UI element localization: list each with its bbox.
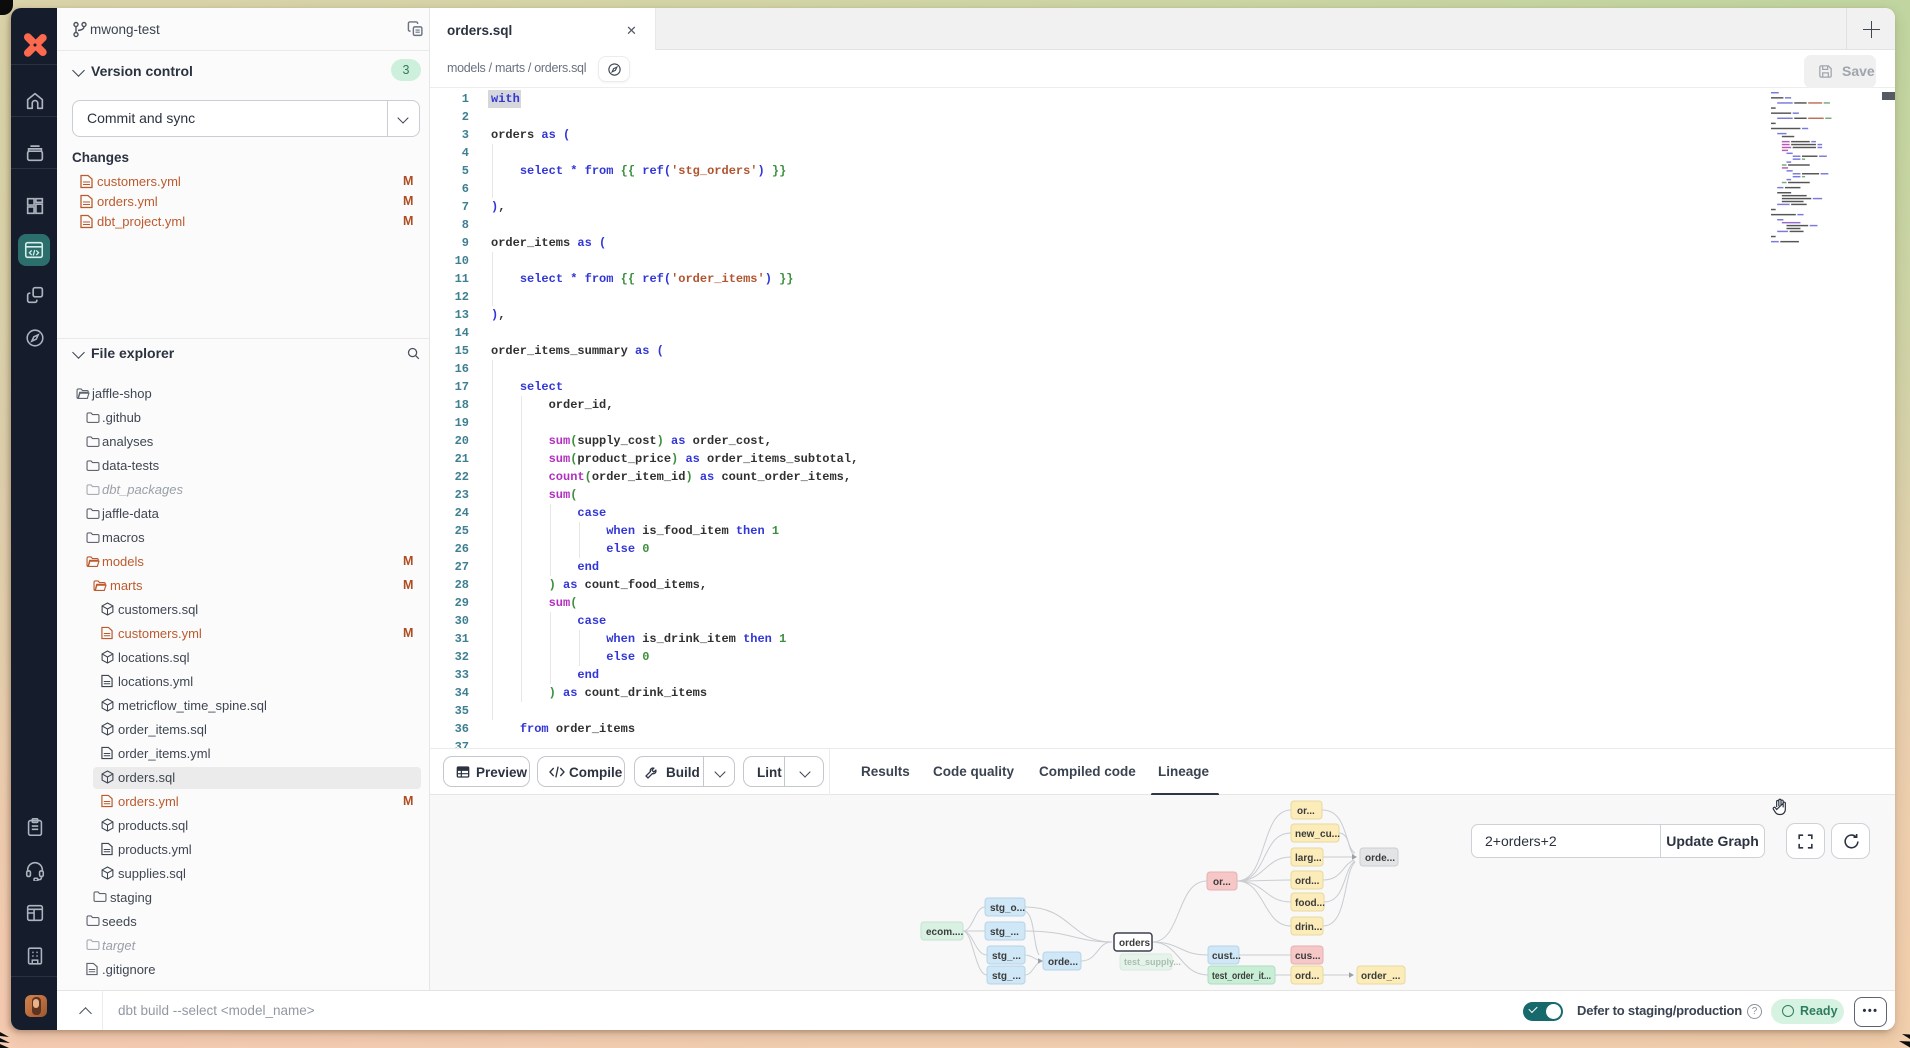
svg-text:orde...: orde... (1048, 957, 1078, 968)
svg-text:cus...: cus... (1295, 951, 1321, 962)
svg-text:order_...: order_... (1361, 971, 1401, 982)
svg-text:ord...: ord... (1295, 971, 1320, 982)
svg-text:larg...: larg... (1295, 853, 1322, 864)
svg-text:ecom....: ecom.... (926, 927, 963, 938)
svg-text:stg_...: stg_... (990, 927, 1019, 938)
svg-text:new_cu...: new_cu... (1295, 829, 1340, 840)
svg-text:ord...: ord... (1295, 876, 1320, 887)
svg-text:stg_...: stg_... (992, 951, 1021, 962)
svg-text:drin...: drin... (1295, 922, 1322, 933)
svg-text:stg_o...: stg_o... (990, 903, 1025, 914)
svg-text:stg_...: stg_... (992, 971, 1021, 982)
svg-text:or...: or... (1297, 806, 1315, 817)
svg-text:or...: or... (1213, 877, 1231, 888)
svg-text:test_supply...: test_supply... (1124, 957, 1181, 967)
svg-text:test_order_it...: test_order_it... (1212, 971, 1271, 982)
svg-text:cust...: cust... (1212, 951, 1241, 962)
svg-text:orde...: orde... (1365, 853, 1395, 864)
svg-text:food...: food... (1295, 898, 1325, 909)
svg-text:orders: orders (1119, 938, 1151, 949)
